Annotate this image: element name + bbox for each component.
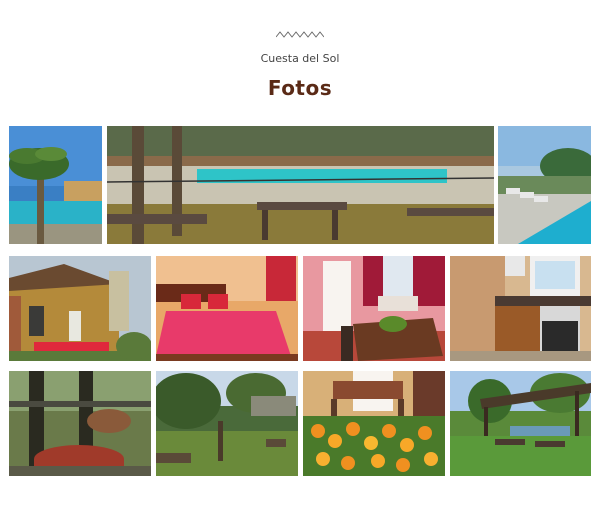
page-title: Fotos <box>267 76 333 100</box>
gallery-photo-bedroom[interactable] <box>156 256 298 361</box>
gallery-photo-garden-gazebo[interactable] <box>450 371 591 476</box>
zigzag-divider-icon <box>276 31 324 38</box>
gallery-photo-pool-loungers[interactable] <box>498 126 591 244</box>
gallery-photo-garden-bench[interactable] <box>156 371 298 476</box>
page-header: Cuesta del Sol Fotos <box>0 0 600 120</box>
gallery-photo-wooden-well[interactable] <box>9 371 151 476</box>
gallery-photo-house-exterior[interactable] <box>9 256 151 361</box>
gallery-photo-palm-pool[interactable] <box>9 126 102 244</box>
gallery-photo-marigold-flowers[interactable] <box>303 371 445 476</box>
gallery-photo-kitchen[interactable] <box>450 256 591 361</box>
site-subtitle: Cuesta del Sol <box>260 52 340 65</box>
gallery-photo-pool-picnic[interactable] <box>107 126 494 244</box>
gallery-photo-dining-room[interactable] <box>303 256 445 361</box>
